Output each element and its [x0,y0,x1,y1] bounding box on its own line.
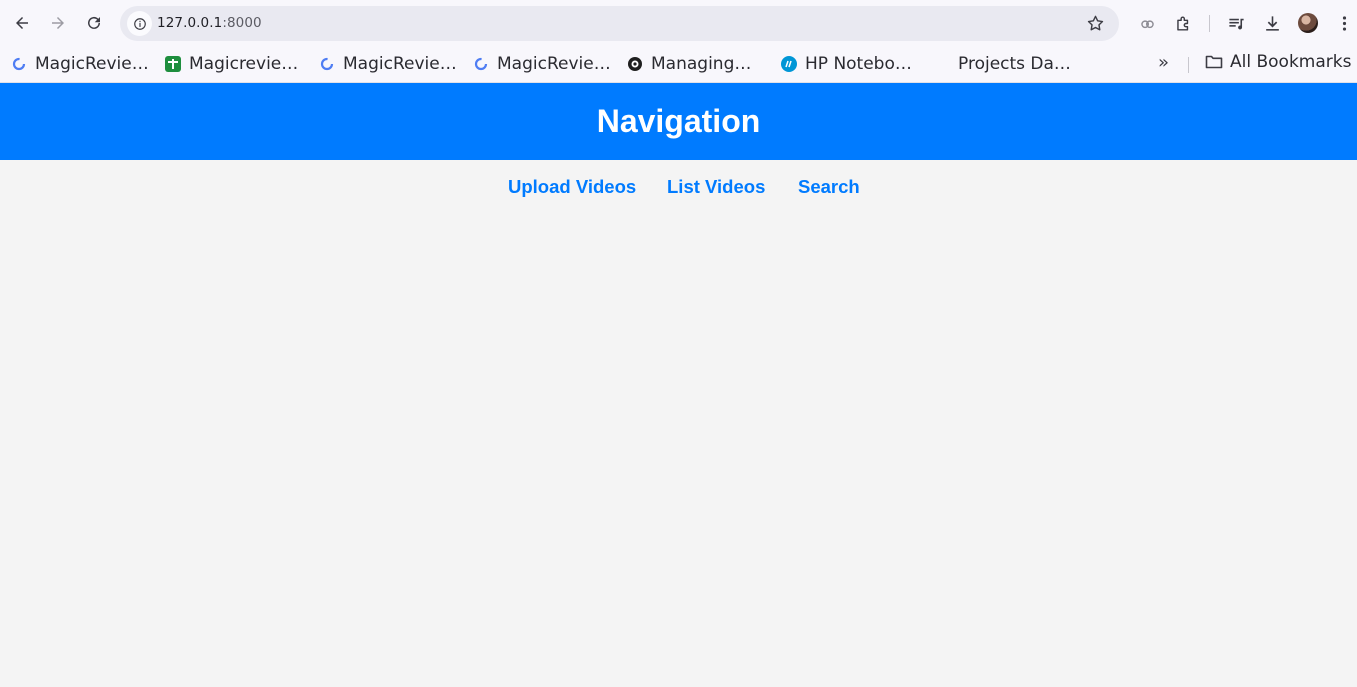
playlist-icon [1228,18,1244,29]
bookmark-label: MagicRevie… [343,54,457,74]
link-icon [1140,19,1154,28]
magicreview-icon [319,56,335,72]
all-bookmarks-button[interactable]: All Bookmarks [1205,52,1351,72]
url-port: :8000 [222,15,262,31]
bookmark-item[interactable]: HP Notebo… [781,52,912,76]
nav-link-list-videos[interactable]: List Videos [667,176,765,198]
bookmark-item[interactable]: Managing… [627,52,751,76]
nav-link-upload-videos[interactable]: Upload Videos [508,176,636,198]
download-icon [1265,15,1279,31]
extensions-button[interactable] [1172,12,1194,34]
toolbar-divider [1209,15,1210,32]
hp-icon [781,56,797,72]
reload-icon [88,16,100,29]
bookmark-label: Magicrevie… [189,54,299,74]
bookmark-item[interactable]: Projects Da… [958,52,1071,76]
info-icon [133,17,146,30]
back-button[interactable] [8,9,36,37]
more-vertical-icon [1342,15,1346,31]
bookmark-label: Projects Da… [958,54,1071,74]
main-nav: Upload Videos List Videos Search [0,160,1357,212]
sheets-icon [165,56,181,72]
github-icon [627,56,643,72]
bookmarks-bar: MagicRevie… Magicrevie… MagicRevie… Magi… [0,46,1357,83]
site-info-button[interactable] [127,11,152,36]
arrow-right-icon [52,17,64,29]
profile-avatar[interactable] [1298,13,1318,33]
magicreview-icon [473,56,489,72]
bookmarks-overflow-button[interactable]: » [1158,52,1169,73]
url-text[interactable]: 127.0.0.1:8000 [157,15,262,31]
media-controls-button[interactable] [1225,12,1247,34]
bookmark-label: HP Notebo… [805,54,912,74]
browser-chrome: 127.0.0.1:8000 MagicRevie… Magicrevie… M… [0,0,1357,83]
browser-toolbar: 127.0.0.1:8000 [0,0,1357,46]
address-bar[interactable]: 127.0.0.1:8000 [120,6,1119,41]
bookmark-label: MagicRevie… [497,54,611,74]
bookmark-star-icon[interactable] [1086,14,1105,33]
bookmark-label: Managing… [651,54,752,74]
all-bookmarks-label: All Bookmarks [1230,52,1352,72]
cast-button[interactable] [1136,12,1158,34]
bookmark-item[interactable]: MagicRevie… [319,52,457,76]
puzzle-icon [1176,16,1188,31]
downloads-button[interactable] [1261,12,1283,34]
url-host: 127.0.0.1 [157,15,223,31]
browser-menu-button[interactable] [1333,12,1355,34]
bookmark-item[interactable]: MagicRevie… [11,52,149,76]
forward-button[interactable] [44,9,72,37]
page-title: Navigation [596,103,761,139]
bookmark-label: MagicRevie… [35,54,149,74]
site-header: Navigation [0,83,1357,160]
reload-button[interactable] [80,9,108,37]
arrow-left-icon [16,17,28,29]
nav-link-search[interactable]: Search [798,176,860,198]
magicreview-icon [11,56,27,72]
bookmarks-divider [1188,57,1189,73]
bookmark-item[interactable]: MagicRevie… [473,52,611,76]
folder-icon [1205,55,1223,69]
bookmark-item[interactable]: Magicrevie… [165,52,298,76]
